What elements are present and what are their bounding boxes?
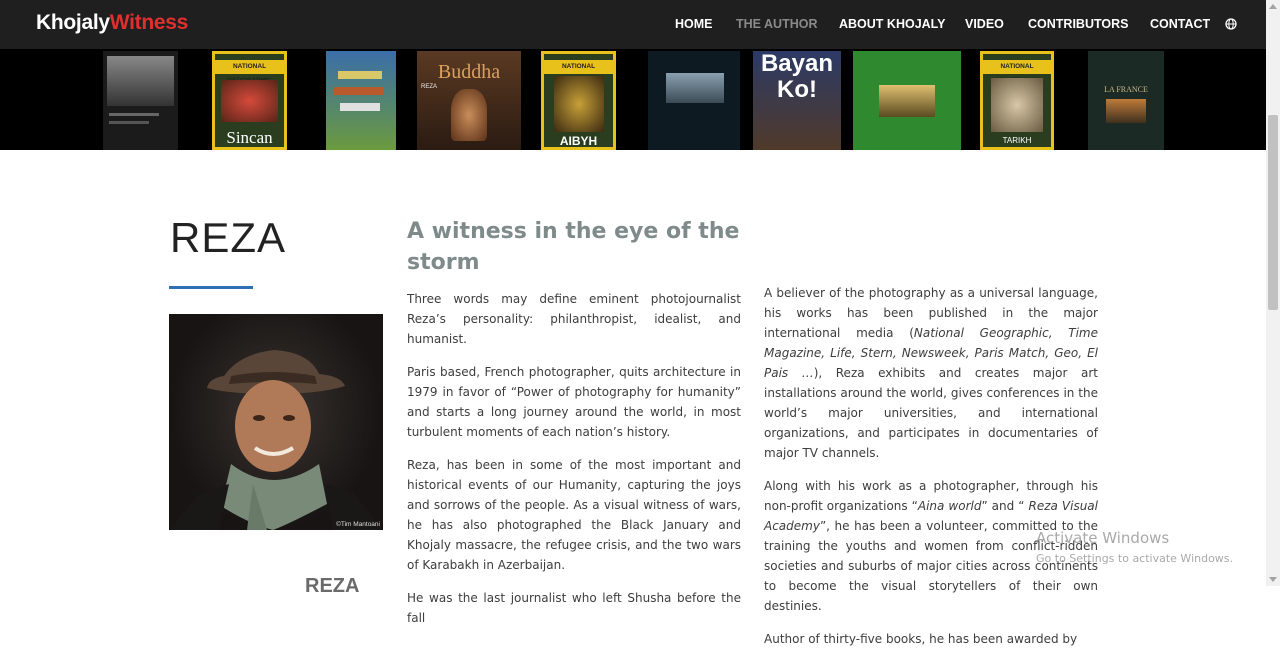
logo-part-khojaly: Khojaly [36, 11, 110, 34]
nav-home[interactable]: HOME [675, 17, 713, 31]
paragraph: A believer of the photography as a unive… [764, 283, 1098, 463]
author-portrait-photo: ©Tim Mantoani [169, 314, 383, 530]
cover-national-geographic-1: NATIONAL GEOGRAPHIC Sincan [212, 51, 287, 150]
nav-contributors[interactable]: CONTRIBUTORS [1028, 17, 1128, 31]
article-headline: A witness in the eye of the storm [407, 219, 740, 275]
paragraph: He was the last journalist who left Shus… [407, 591, 741, 625]
paragraph: Paris based, French photographer, quits … [407, 365, 741, 439]
photo-credit: ©Tim Mantoani [336, 521, 380, 528]
activation-watermark-title: Activate Windows [1036, 529, 1170, 547]
text-segment: ” and “ [981, 499, 1029, 513]
article-column-2: A believer of the photography as a unive… [764, 283, 1098, 662]
paragraph: Three words may define eminent photojour… [407, 292, 741, 346]
activation-watermark-subtitle: Go to Settings to activate Windows. [1036, 552, 1234, 565]
scroll-down-arrow-icon[interactable] [1269, 577, 1277, 582]
cover-signposts [326, 51, 396, 150]
text-segment: ), Reza exhibits and creates major art i… [764, 366, 1098, 460]
cover-la-france: LA FRANCE [1088, 51, 1164, 150]
globe-icon[interactable] [1225, 18, 1237, 30]
site-logo[interactable]: KhojalyWitness [36, 11, 188, 35]
paragraph: Author of thirty-five books, he has been… [764, 632, 1078, 646]
top-navigation-bar: KhojalyWitness HOME THE AUTHOR ABOUT KHO… [0, 0, 1266, 49]
cover-national-geographic-2: NATIONAL GEOGRAPHIC ΑΙΒΥΗ [541, 51, 616, 150]
cover-green [853, 51, 961, 150]
cover-buddha: Buddha REZA [417, 51, 521, 150]
organization-name: Aina world [917, 499, 982, 513]
author-name: REZA [170, 214, 287, 261]
scroll-up-arrow-icon[interactable] [1269, 4, 1277, 9]
logo-part-witness: Witness [109, 11, 189, 34]
scroll-thumb[interactable] [1268, 115, 1278, 310]
cover-national-geographic-3: NATIONAL GEOGRAPHIC TARIKH [980, 51, 1054, 150]
page-scrollbar[interactable] [1266, 0, 1280, 586]
cover-portrait [103, 51, 178, 150]
portrait-illustration [169, 350, 383, 530]
name-underline-divider [169, 286, 253, 289]
author-name-secondary: REZA [305, 575, 360, 597]
nav-contact[interactable]: CONTACT [1150, 17, 1210, 31]
cover-dark-city [648, 51, 740, 150]
magazine-covers-banner: NATIONAL GEOGRAPHIC Sincan Buddha REZA N… [0, 49, 1266, 150]
article-column-1: Three words may define eminent photojour… [407, 289, 741, 641]
paragraph: Reza, has been in some of the most impor… [407, 458, 741, 572]
nav-the-author[interactable]: THE AUTHOR [736, 17, 817, 31]
nav-video[interactable]: VIDEO [965, 17, 1004, 31]
nav-about-khojaly[interactable]: ABOUT KHOJALY [839, 17, 946, 31]
cover-bayan-ko: Bayan Ko! [753, 51, 841, 150]
